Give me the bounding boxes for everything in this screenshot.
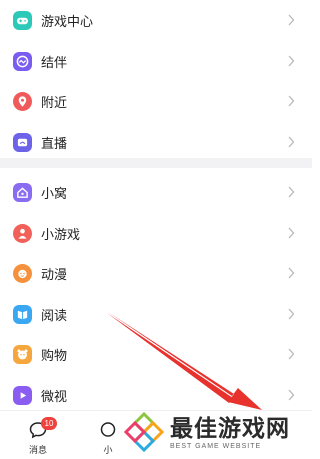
menu-item-game-center[interactable]: 游戏中心 xyxy=(0,0,312,40)
chevron-right-icon xyxy=(287,95,295,107)
menu-item-live[interactable]: 直播 xyxy=(0,122,312,162)
menu-label: 附近 xyxy=(41,94,68,110)
menu-item-anime[interactable]: 动漫 xyxy=(0,253,312,293)
menu-label: 阅读 xyxy=(41,307,68,323)
menu-item-shopping[interactable]: 购物 xyxy=(0,334,312,374)
location-pin-icon xyxy=(13,91,32,111)
chevron-right-icon xyxy=(287,186,295,198)
chevron-right-icon xyxy=(287,14,295,26)
menu-label: 游戏中心 xyxy=(41,13,94,29)
tab-label: 消息 xyxy=(28,445,47,455)
shopping-icon xyxy=(13,344,32,364)
live-icon xyxy=(13,132,32,152)
reading-icon xyxy=(13,304,32,324)
watermark-title: 最佳游戏网 xyxy=(170,414,290,441)
chevron-right-icon xyxy=(287,348,295,360)
menu-item-nearby[interactable]: 附近 xyxy=(0,81,312,121)
menu-item-mini-games[interactable]: 小游戏 xyxy=(0,213,312,253)
tab-label: 小 xyxy=(103,445,113,455)
menu-label: 购物 xyxy=(41,347,68,363)
watermark-subtitle: BEST GAME WEBSITE xyxy=(170,442,262,450)
chevron-right-icon xyxy=(287,136,295,148)
menu-label: 结伴 xyxy=(41,54,68,70)
menu-label: 小窝 xyxy=(41,185,68,201)
home-icon xyxy=(13,182,32,202)
chevron-right-icon xyxy=(287,389,295,401)
companion-icon xyxy=(13,51,32,71)
menu-label: 动漫 xyxy=(41,266,68,282)
menu-item-reading[interactable]: 阅读 xyxy=(0,294,312,334)
chevron-right-icon xyxy=(287,55,295,67)
weishi-icon xyxy=(13,385,32,405)
menu-label: 直播 xyxy=(41,135,68,151)
gamepad-icon xyxy=(13,10,32,30)
section-divider xyxy=(0,158,312,168)
mini-game-icon xyxy=(13,223,32,243)
chevron-right-icon xyxy=(287,308,295,320)
site-logo-icon xyxy=(123,411,165,453)
unread-badge: 10 xyxy=(41,417,57,430)
anime-icon xyxy=(13,263,32,283)
watermark: 最佳游戏网 BEST GAME WEBSITE xyxy=(122,406,310,458)
menu-label: 微视 xyxy=(41,388,68,404)
chevron-right-icon xyxy=(287,227,295,239)
message-bubble-icon: 10 xyxy=(28,417,57,440)
tab-messages[interactable]: 10 消息 xyxy=(8,411,68,459)
menu-label: 小游戏 xyxy=(41,226,81,242)
menu-item-nest[interactable]: 小窝 xyxy=(0,172,312,212)
chevron-right-icon xyxy=(287,267,295,279)
video-icon xyxy=(98,420,118,440)
menu-item-companion[interactable]: 结伴 xyxy=(0,41,312,81)
